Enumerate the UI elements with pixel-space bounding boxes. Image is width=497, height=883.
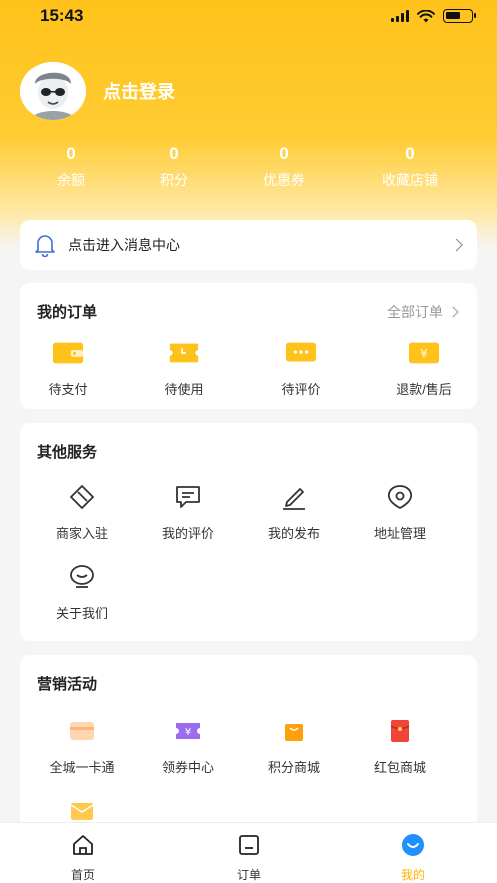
store-entry-icon bbox=[66, 481, 98, 513]
service-merchant-entry[interactable]: 商家入驻 bbox=[32, 481, 132, 542]
tab-label: 首页 bbox=[70, 868, 95, 882]
order-icon bbox=[239, 835, 259, 855]
status-time: 15:43 bbox=[40, 6, 84, 25]
message-center-label: 点击进入消息中心 bbox=[68, 237, 180, 253]
tab-orders[interactable]: 订单 bbox=[199, 833, 299, 883]
bottom-tab-bar: 首页 订单 我的 bbox=[0, 822, 497, 883]
stat-value: 0 bbox=[405, 144, 415, 163]
red-packet-icon bbox=[384, 715, 416, 747]
service-address-manage[interactable]: 地址管理 bbox=[350, 481, 450, 542]
stat-balance[interactable]: 0 余额 bbox=[26, 144, 116, 190]
coupon-center-icon: ¥ bbox=[172, 715, 204, 747]
tab-label: 订单 bbox=[236, 868, 261, 882]
marketing-red-packet-mall[interactable]: 红包商城 bbox=[350, 715, 450, 776]
order-item-label: 待使用 bbox=[164, 382, 204, 397]
mine-icon bbox=[402, 834, 424, 856]
marketing-item-label: 领券中心 bbox=[161, 760, 214, 775]
stat-favorite-stores[interactable]: 0 收藏店铺 bbox=[365, 144, 455, 190]
marketing-card: 营销活动 全城一卡通 ¥ 领券中心 积分商城 红包商城 bbox=[20, 655, 477, 835]
bell-icon bbox=[35, 235, 55, 257]
service-item-label: 关于我们 bbox=[55, 606, 108, 621]
stat-value: 0 bbox=[169, 144, 179, 163]
tab-home[interactable]: 首页 bbox=[33, 833, 133, 883]
account-stats: 0 余额 0 积分 0 优惠券 0 收藏店铺 bbox=[0, 144, 497, 194]
marketing-title: 营销活动 bbox=[37, 676, 98, 693]
service-about-us[interactable]: 关于我们 bbox=[32, 561, 132, 622]
service-my-posts[interactable]: 我的发布 bbox=[244, 481, 344, 542]
service-my-reviews[interactable]: 我的评价 bbox=[138, 481, 238, 542]
edit-pen-icon bbox=[278, 481, 310, 513]
stat-label: 积分 bbox=[160, 172, 188, 188]
marketing-city-card[interactable]: 全城一卡通 bbox=[32, 715, 132, 776]
marketing-item-label: 红包商城 bbox=[373, 760, 426, 775]
stat-value: 0 bbox=[66, 144, 76, 163]
stat-label: 收藏店铺 bbox=[382, 172, 438, 188]
marketing-item-label: 积分商城 bbox=[267, 760, 320, 775]
header-background bbox=[0, 0, 497, 250]
yen-refund-icon: ¥ bbox=[408, 337, 440, 369]
tab-mine[interactable]: 我的 bbox=[363, 833, 463, 883]
message-center-row[interactable]: 点击进入消息中心 bbox=[20, 220, 477, 270]
status-bar: 15:43 bbox=[0, 0, 497, 34]
chevron-right-icon bbox=[447, 306, 459, 318]
marketing-points-mall[interactable]: 积分商城 bbox=[244, 715, 344, 776]
order-item-label: 待支付 bbox=[48, 382, 88, 397]
stat-points[interactable]: 0 积分 bbox=[129, 144, 219, 190]
location-icon bbox=[384, 481, 416, 513]
avatar-face-icon bbox=[20, 62, 86, 120]
comment-dots-icon bbox=[285, 337, 317, 369]
orders-card: 我的订单 全部订单 待支付 待使用 待评价 ¥ 退款/售后 bbox=[20, 283, 477, 409]
about-face-icon bbox=[66, 561, 98, 593]
profile-header[interactable]: 点击登录 bbox=[20, 62, 175, 120]
svg-text:¥: ¥ bbox=[185, 727, 191, 738]
stat-value: 0 bbox=[279, 144, 289, 163]
order-pending-payment[interactable]: 待支付 bbox=[18, 337, 118, 398]
status-icons bbox=[391, 9, 476, 23]
order-pending-review[interactable]: 待评价 bbox=[251, 337, 351, 398]
battery-icon bbox=[443, 9, 476, 23]
chevron-right-icon bbox=[450, 238, 463, 252]
service-item-label: 我的发布 bbox=[267, 526, 320, 541]
cellular-signal-icon bbox=[391, 10, 409, 22]
city-card-icon bbox=[66, 715, 98, 747]
ticket-icon bbox=[168, 337, 200, 369]
orders-title: 我的订单 bbox=[37, 304, 98, 321]
svg-text:¥: ¥ bbox=[420, 348, 427, 361]
marketing-item-label: 全城一卡通 bbox=[49, 760, 115, 775]
review-icon bbox=[172, 481, 204, 513]
points-bag-icon bbox=[278, 715, 310, 747]
all-orders-label: 全部订单 bbox=[387, 304, 443, 320]
avatar[interactable] bbox=[20, 62, 86, 120]
service-item-label: 我的评价 bbox=[161, 526, 214, 541]
wallet-icon bbox=[52, 337, 84, 369]
wifi-icon bbox=[417, 9, 435, 22]
order-item-label: 待评价 bbox=[281, 382, 321, 397]
services-card: 其他服务 商家入驻 我的评价 我的发布 地址管理 关于我们 bbox=[20, 423, 477, 641]
marketing-coupon-center[interactable]: ¥ 领券中心 bbox=[138, 715, 238, 776]
stat-coupons[interactable]: 0 优惠券 bbox=[239, 144, 329, 190]
service-item-label: 地址管理 bbox=[373, 526, 426, 541]
home-icon bbox=[73, 835, 93, 855]
order-item-label: 退款/售后 bbox=[396, 382, 452, 397]
service-item-label: 商家入驻 bbox=[55, 526, 108, 541]
tab-label: 我的 bbox=[400, 868, 425, 882]
stat-label: 余额 bbox=[57, 172, 85, 188]
services-title: 其他服务 bbox=[37, 444, 98, 461]
all-orders-link[interactable]: 全部订单 bbox=[387, 302, 459, 322]
order-pending-use[interactable]: 待使用 bbox=[134, 337, 234, 398]
stat-label: 优惠券 bbox=[263, 172, 305, 188]
order-refund-aftersales[interactable]: ¥ 退款/售后 bbox=[374, 337, 474, 398]
login-link[interactable]: 点击登录 bbox=[103, 78, 175, 104]
